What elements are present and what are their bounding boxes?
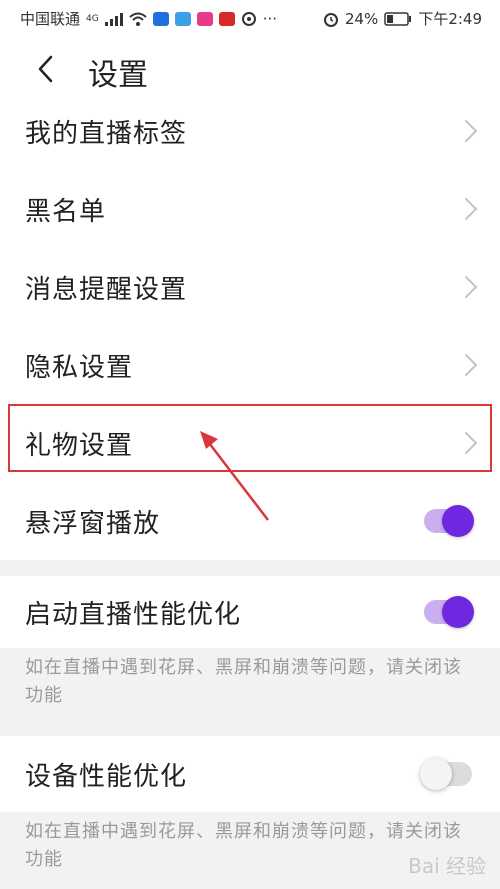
status-bar-left: 中国联通 4G ··· xyxy=(20,8,277,29)
setting-label: 悬浮窗播放 xyxy=(25,508,161,539)
page-title: 设置 xyxy=(88,58,148,93)
toggle-knob xyxy=(442,596,474,628)
toggle-knob xyxy=(420,758,452,790)
chevron-right-icon xyxy=(465,354,478,376)
live-performance-toggle[interactable] xyxy=(424,596,474,628)
settings-status-icon xyxy=(241,11,256,26)
signal-icon xyxy=(104,12,123,26)
setting-device-performance: 设备性能优化 xyxy=(0,736,500,812)
menu-item-privacy[interactable]: 隐私设置 xyxy=(0,326,500,404)
back-button[interactable] xyxy=(30,52,60,86)
floating-window-toggle[interactable] xyxy=(424,505,474,537)
app-notification-icon xyxy=(218,11,235,26)
app-notification-icon xyxy=(152,11,169,26)
status-bar: 中国联通 4G ··· 24% 下午2:49 xyxy=(0,0,500,36)
menu-item-live-tags[interactable]: 我的直播标签 xyxy=(0,92,500,170)
clock-text: 下午2:49 xyxy=(418,10,482,28)
menu-item-blacklist[interactable]: 黑名单 xyxy=(0,170,500,248)
more-status-dots: ··· xyxy=(262,9,278,28)
chevron-right-icon xyxy=(465,432,478,454)
chevron-right-icon xyxy=(465,120,478,142)
menu-item-label: 我的直播标签 xyxy=(25,118,188,149)
annotation-arrow xyxy=(200,431,269,521)
setting-label: 启动直播性能优化 xyxy=(25,599,242,630)
setting-label: 设备性能优化 xyxy=(25,761,188,792)
app-notification-icon xyxy=(174,11,191,26)
setting-hint: 如在直播中遇到花屏、黑屏和崩溃等问题，请关闭该功能 xyxy=(0,648,500,736)
menu-item-label: 黑名单 xyxy=(25,196,107,227)
battery-percent: 24% xyxy=(344,9,379,28)
chevron-left-icon xyxy=(38,55,53,83)
section-gap xyxy=(0,560,500,576)
menu-item-label: 隐私设置 xyxy=(25,352,134,383)
device-performance-toggle[interactable] xyxy=(420,758,472,790)
menu-item-label: 消息提醒设置 xyxy=(25,274,188,305)
battery-icon xyxy=(384,11,412,26)
carrier-text: 中国联通 xyxy=(20,10,81,28)
status-bar-right: 24% 下午2:49 xyxy=(323,8,482,29)
app-notification-icon xyxy=(196,11,213,26)
alarm-icon xyxy=(323,12,338,27)
menu-item-label: 礼物设置 xyxy=(25,430,134,461)
chevron-right-icon xyxy=(465,276,478,298)
watermark: Bai 经验 xyxy=(408,854,486,878)
wifi-icon xyxy=(129,12,147,26)
chevron-right-icon xyxy=(465,198,478,220)
toggle-knob xyxy=(442,505,474,537)
network-type: 4G xyxy=(86,13,99,24)
setting-live-performance: 启动直播性能优化 xyxy=(0,576,500,648)
menu-item-message-reminder[interactable]: 消息提醒设置 xyxy=(0,248,500,326)
